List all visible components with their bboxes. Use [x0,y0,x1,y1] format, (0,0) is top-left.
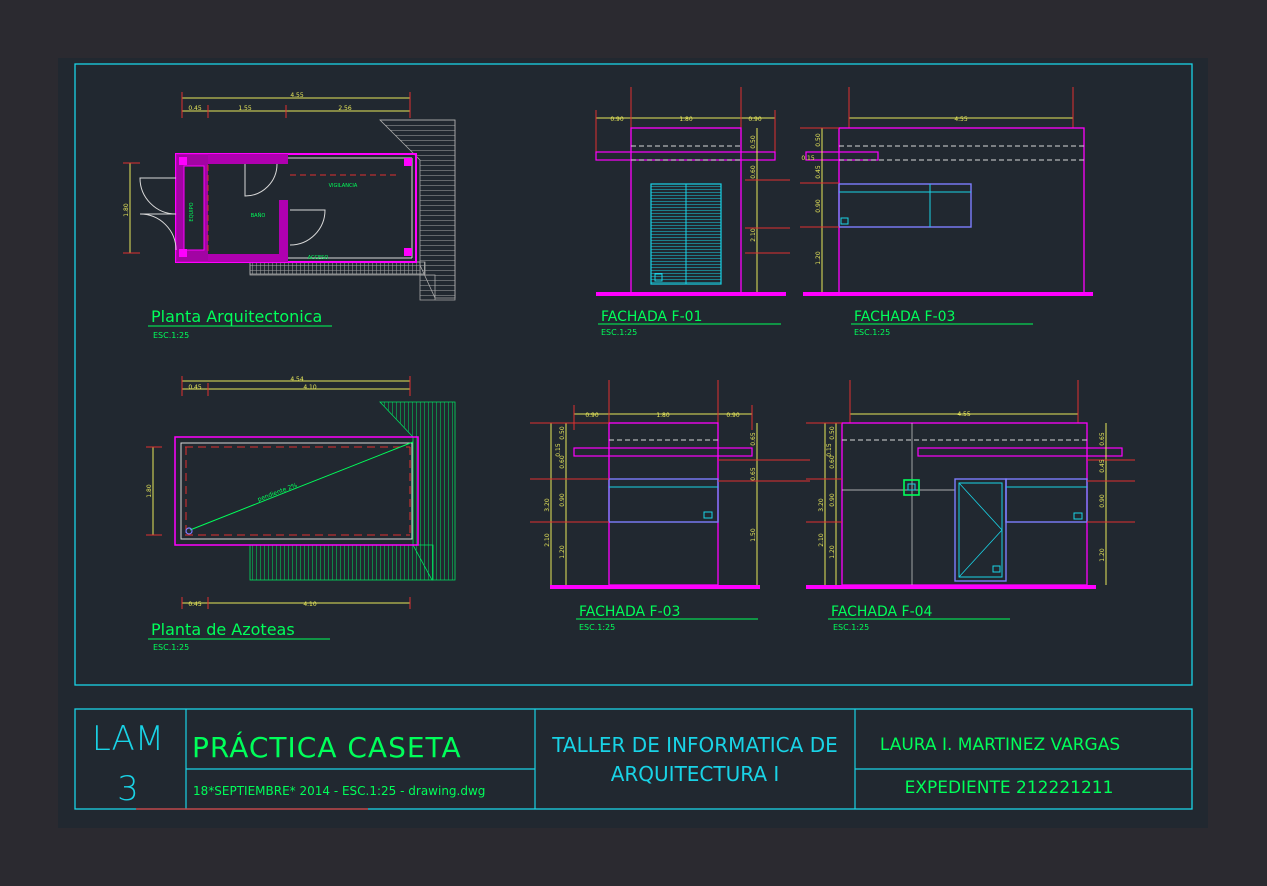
fachada-f03-top-scale: ESC.1:25 [854,328,890,337]
room-equipo: EQUIPO [189,202,195,221]
course-line-2: ARQUITECTURA I [611,762,780,786]
dim-total: 4.55 [290,92,304,99]
dim-a: 0.45 [188,384,202,391]
fachada-f04-title: FACHADA F-04 [831,604,933,620]
l1: 3.20 [818,498,825,512]
l7: 1.20 [559,545,566,559]
cad-sheet: 4.55 0.45 1.55 2.56 1.80 EQUIPO BAÑO VIG… [58,58,1208,828]
dim-a: 0.90 [585,412,599,419]
r4: 1.20 [1099,548,1106,562]
course-line-1: TALLER DE INFORMATICA DE [551,733,837,757]
dim-b: 1.55 [238,105,252,112]
room-acceso: ACCESO [308,255,329,261]
dim-c: 0.45 [188,601,202,608]
dim-c: 0.90 [748,116,762,123]
fachada-f03-bottom-scale: ESC.1:25 [579,623,615,632]
project-title: PRÁCTICA CASETA [192,730,462,764]
dim-b: 4.10 [303,384,317,391]
l7: 1.20 [829,545,836,559]
dim-c: 0.90 [726,412,740,419]
fachada-f01-title: FACHADA F-01 [601,309,702,325]
l3: 0.15 [826,443,833,457]
dim-height: 1.80 [123,203,130,217]
l2: 2.10 [818,533,825,547]
fachada-f03-top-title: FACHADA F-03 [854,309,955,325]
author-name: LAURA I. MARTINEZ VARGAS [880,735,1120,755]
room-bano: BAÑO [251,212,266,219]
date-line: 18*SEPTIEMBRE* 2014 - ESC.1:25 - drawing… [193,784,485,798]
l4: 0.50 [829,426,836,440]
fachada-f04-scale: ESC.1:25 [833,623,869,632]
l1: 3.20 [544,498,551,512]
dim-b: 1.80 [679,116,693,123]
dim-b: 1.80 [656,412,670,419]
v3: 2.10 [750,228,757,242]
l5: 0.60 [829,455,836,469]
l6: 0.90 [559,493,566,507]
r3: 1.50 [750,528,757,542]
room-vigilancia: VIGILANCIA [329,183,358,189]
l4: 0.50 [559,426,566,440]
planta-azoteas-scale: ESC.1:25 [153,643,189,652]
dim-a: 0.90 [610,116,624,123]
expediente: EXPEDIENTE 212221211 [905,778,1114,798]
lam-number: 3 [117,769,139,809]
fachada-f03-bottom-title: FACHADA F-03 [579,604,680,620]
dim-total: 4.54 [290,376,304,383]
l2: 2.10 [544,533,551,547]
planta-arq-scale: ESC.1:25 [153,331,189,340]
r2: 0.65 [750,467,757,481]
dim-a: 0.45 [188,105,202,112]
dim-d: 4.10 [303,601,317,608]
r1: 0.65 [750,432,757,446]
fachada-f01-scale: ESC.1:25 [601,328,637,337]
dim-height: 1.80 [146,484,153,498]
dim-total: 4.55 [954,116,968,123]
l5: 0.60 [559,455,566,469]
v1: 0.50 [815,133,822,147]
v2: 0.45 [815,165,822,179]
v0: 0.15 [801,155,815,162]
dim-total: 4.55 [957,411,971,418]
v4: 1.20 [815,251,822,265]
dim-c: 2.56 [338,105,352,112]
planta-arq-title: Planta Arquitectonica [151,307,322,326]
v1: 0.50 [750,135,757,149]
r2: 0.45 [1099,459,1106,473]
l3: 0.15 [555,443,562,457]
r3: 0.90 [1099,494,1106,508]
v2: 0.60 [750,165,757,179]
planta-azoteas-title: Planta de Azoteas [151,620,295,639]
v3: 0.90 [815,199,822,213]
lam-label: LAM [92,719,164,759]
l6: 0.90 [829,493,836,507]
r1: 0.65 [1099,432,1106,446]
